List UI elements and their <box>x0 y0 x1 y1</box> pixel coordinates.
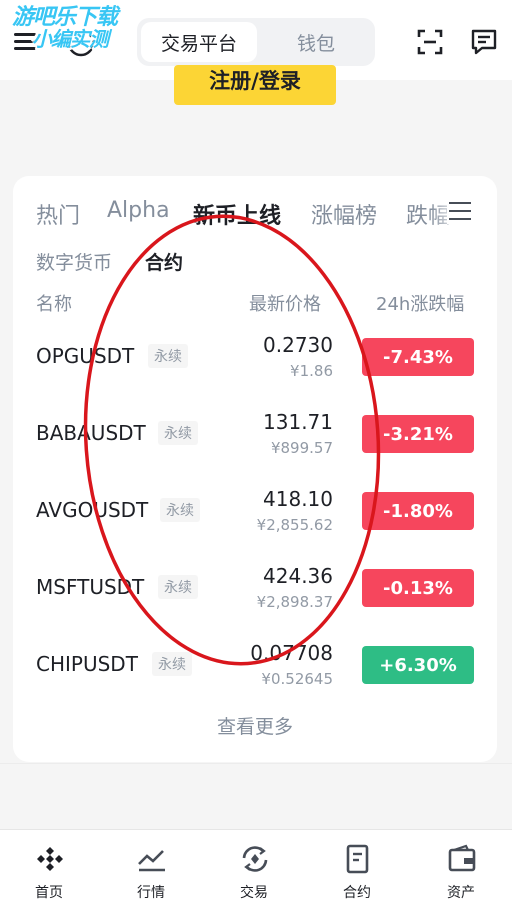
segment-wallet[interactable]: 钱包 <box>261 22 371 62</box>
tab-gainers[interactable]: 涨幅榜 <box>311 198 377 230</box>
pair-symbol: AVGOUSDT <box>36 498 149 522</box>
table-row[interactable]: CHIPUSDT 永续 0.07708 ¥0.52645 +6.30% <box>13 632 497 709</box>
platform-segment: 交易平台 钱包 <box>137 18 375 66</box>
change-badge: -0.13% <box>362 569 474 607</box>
fiat-price: ¥2,898.37 <box>256 593 333 611</box>
table-row[interactable]: AVGOUSDT 永续 418.10 ¥2,855.62 -1.80% <box>13 478 497 555</box>
last-price: 0.2730 <box>263 333 333 357</box>
market-card: 热门 Alpha 新币上线 涨幅榜 跌幅 数字货币 合约 名称 最新价格 24h… <box>13 176 497 762</box>
perpetual-tag: 永续 <box>158 421 198 445</box>
last-price: 0.07708 <box>250 641 333 665</box>
nav-futures[interactable]: 合约 <box>317 830 397 899</box>
nav-market[interactable]: 行情 <box>111 830 191 899</box>
nav-label: 合约 <box>343 885 371 899</box>
fiat-price: ¥899.57 <box>270 439 333 457</box>
pair-symbol: BABAUSDT <box>36 421 146 445</box>
message-icon[interactable] <box>470 28 498 56</box>
table-row[interactable]: BABAUSDT 永续 131.71 ¥899.57 -3.21% <box>13 401 497 478</box>
pair-symbol: MSFTUSDT <box>36 575 145 599</box>
tabs-menu-icon[interactable] <box>447 198 473 224</box>
scan-icon[interactable] <box>416 28 444 56</box>
wallet-icon <box>448 844 476 872</box>
register-login-button[interactable]: 注册/登录 <box>174 65 336 105</box>
change-badge: -1.80% <box>362 492 474 530</box>
bottom-nav: 首页 行情 交易 合约 资产 <box>0 829 512 899</box>
fiat-price: ¥0.52645 <box>261 670 333 688</box>
nav-trade[interactable]: 交易 <box>214 830 294 899</box>
watermark-line-1: 游吧乐下载 <box>12 5 118 30</box>
change-badge: +6.30% <box>362 646 474 684</box>
subtab-futures[interactable]: 合约 <box>145 248 183 275</box>
futures-document-icon <box>346 844 369 874</box>
perpetual-tag: 永续 <box>160 498 200 522</box>
tab-alpha[interactable]: Alpha <box>107 198 170 223</box>
watermark-logo: 游吧乐下载 小编实测 <box>12 6 152 66</box>
segment-exchange[interactable]: 交易平台 <box>141 22 257 62</box>
table-row[interactable]: MSFTUSDT 永续 424.36 ¥2,898.37 -0.13% <box>13 555 497 632</box>
fiat-price: ¥2,855.62 <box>256 516 333 534</box>
column-change: 24h涨跌幅 <box>376 294 465 315</box>
perpetual-tag: 永续 <box>152 652 192 676</box>
last-price: 131.71 <box>263 410 333 434</box>
tab-new-listing[interactable]: 新币上线 <box>193 198 281 230</box>
subtab-spot[interactable]: 数字货币 <box>36 248 112 275</box>
tab-hot[interactable]: 热门 <box>36 198 80 230</box>
nav-label: 资产 <box>447 885 475 899</box>
last-price: 424.36 <box>263 564 333 588</box>
trade-exchange-icon <box>242 846 268 872</box>
last-price: 418.10 <box>263 487 333 511</box>
nav-label: 行情 <box>137 885 165 899</box>
view-more-link[interactable]: 查看更多 <box>13 712 497 739</box>
column-price: 最新价格 <box>249 294 321 315</box>
perpetual-tag: 永续 <box>148 344 188 368</box>
section-divider <box>0 763 512 764</box>
pair-symbol: OPGUSDT <box>36 344 135 368</box>
fiat-price: ¥1.86 <box>290 362 333 380</box>
nav-label: 首页 <box>35 885 63 899</box>
home-diamond-icon <box>37 847 63 871</box>
nav-assets[interactable]: 资产 <box>421 830 501 899</box>
market-chart-icon <box>138 850 165 872</box>
change-badge: -3.21% <box>362 415 474 453</box>
change-badge: -7.43% <box>362 338 474 376</box>
nav-home[interactable]: 首页 <box>9 830 89 899</box>
watermark-line-2: 小编实测 <box>32 27 109 52</box>
pair-symbol: CHIPUSDT <box>36 652 138 676</box>
table-row[interactable]: OPGUSDT 永续 0.2730 ¥1.86 -7.43% <box>13 324 497 401</box>
market-tabs: 热门 Alpha 新币上线 涨幅榜 跌幅 <box>13 176 497 246</box>
column-name: 名称 <box>36 294 72 315</box>
perpetual-tag: 永续 <box>158 575 198 599</box>
nav-label: 交易 <box>240 885 268 899</box>
